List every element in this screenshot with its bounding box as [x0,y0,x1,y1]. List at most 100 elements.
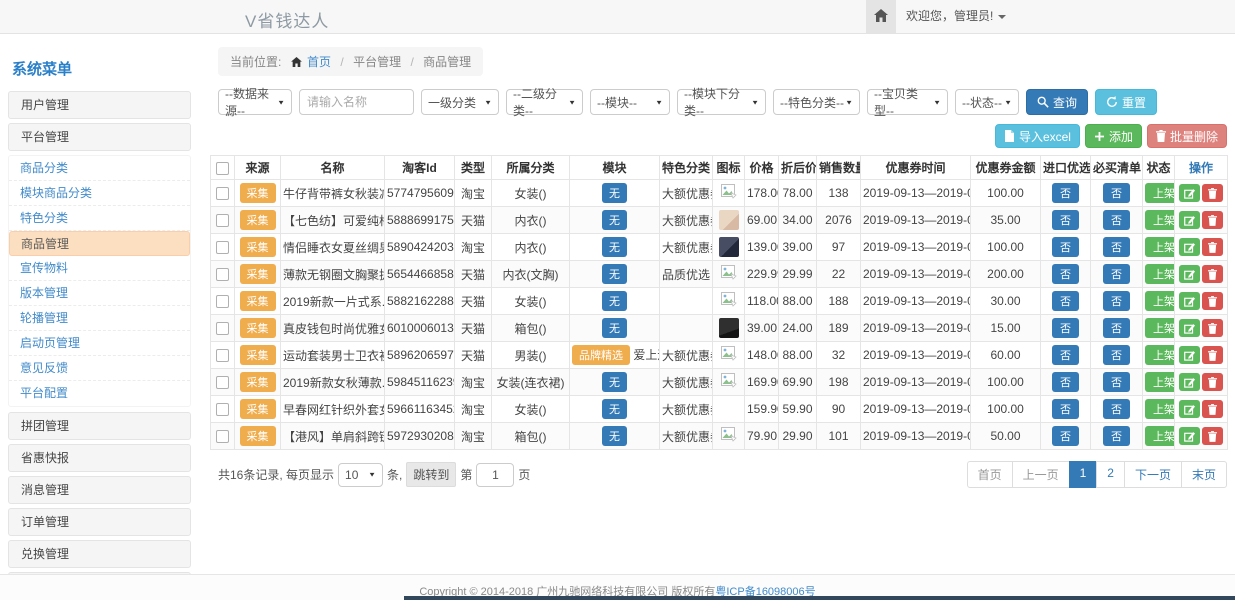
sidebar-item-link[interactable]: 版本管理 [9,281,190,306]
import-excel-button[interactable]: 导入excel [995,124,1080,148]
row-checkbox[interactable] [216,295,229,308]
edit-button[interactable] [1179,211,1200,229]
row-checkbox[interactable] [216,430,229,443]
filter-select[interactable]: --特色分类--▼ [773,89,860,115]
status-button[interactable]: 上架 [1145,264,1175,284]
sidebar-group[interactable]: 拼团管理 [8,412,191,440]
status-button[interactable]: 上架 [1145,183,1175,203]
edit-button[interactable] [1179,319,1200,337]
status-button[interactable]: 上架 [1145,291,1175,311]
sidebar-item-link[interactable]: 特色分类 [9,206,190,231]
sidebar-item-goods-management-active[interactable]: 商品管理 [9,231,190,256]
must-buy-toggle[interactable]: 否 [1103,318,1130,338]
sidebar-group[interactable]: 消息管理 [8,476,191,504]
user-menu[interactable]: 欢迎您，管理员! [906,0,1006,33]
page-button[interactable]: 下一页 [1124,461,1182,488]
row-checkbox[interactable] [216,349,229,362]
must-buy-toggle[interactable]: 否 [1103,345,1130,365]
edit-button[interactable] [1179,346,1200,364]
import-optimal-toggle[interactable]: 否 [1052,237,1079,257]
page-button[interactable]: 上一页 [1012,461,1070,488]
import-optimal-toggle[interactable]: 否 [1052,372,1079,392]
edit-button[interactable] [1179,184,1200,202]
batch-delete-button[interactable]: 批量删除 [1147,124,1227,148]
import-optimal-toggle[interactable]: 否 [1052,318,1079,338]
row-checkbox[interactable] [216,214,229,227]
edit-button[interactable] [1179,292,1200,310]
must-buy-toggle[interactable]: 否 [1103,399,1130,419]
row-checkbox[interactable] [216,376,229,389]
edit-button[interactable] [1179,373,1200,391]
import-optimal-toggle[interactable]: 否 [1052,291,1079,311]
filter-select[interactable]: 一级分类▼ [421,89,499,115]
import-optimal-toggle[interactable]: 否 [1052,345,1079,365]
delete-button[interactable] [1202,400,1223,418]
must-buy-toggle[interactable]: 否 [1103,183,1130,203]
horizontal-scrollbar[interactable] [404,596,1235,600]
status-button[interactable]: 上架 [1145,345,1175,365]
delete-button[interactable] [1202,184,1223,202]
page-button[interactable]: 末页 [1181,461,1227,488]
sidebar-item-link[interactable]: 轮播管理 [9,306,190,331]
must-buy-toggle[interactable]: 否 [1103,372,1130,392]
import-optimal-toggle[interactable]: 否 [1052,183,1079,203]
filter-select[interactable]: --状态--▼ [955,89,1019,115]
home-button[interactable] [866,0,896,33]
sidebar-item-link[interactable]: 意见反馈 [9,356,190,381]
must-buy-toggle[interactable]: 否 [1103,264,1130,284]
import-optimal-toggle[interactable]: 否 [1052,210,1079,230]
sidebar-group[interactable]: 省惠快报 [8,444,191,472]
status-button[interactable]: 上架 [1145,372,1175,392]
row-checkbox[interactable] [216,403,229,416]
page-button[interactable]: 首页 [967,461,1013,488]
delete-button[interactable] [1202,265,1223,283]
sidebar-group-platform[interactable]: 平台管理 [8,123,191,151]
filter-select[interactable]: --模块下分类--▼ [677,89,766,115]
filter-select[interactable]: --模块--▼ [590,89,670,115]
add-button[interactable]: 添加 [1085,124,1142,148]
jump-button[interactable]: 跳转到 [406,462,456,487]
sidebar-item-link[interactable]: 平台配置 [9,381,190,406]
must-buy-toggle[interactable]: 否 [1103,210,1130,230]
delete-button[interactable] [1202,427,1223,445]
edit-button[interactable] [1179,238,1200,256]
page-button[interactable]: 1 [1069,461,1098,488]
select-all-checkbox[interactable] [216,162,229,175]
filter-select[interactable]: --二级分类--▼ [506,89,583,115]
status-button[interactable]: 上架 [1145,399,1175,419]
import-optimal-toggle[interactable]: 否 [1052,264,1079,284]
breadcrumb-home-link[interactable]: 首页 [307,55,331,69]
sidebar-item-link[interactable]: 宣传物料 [9,256,190,281]
sidebar-group-users[interactable]: 用户管理 [8,91,191,119]
delete-button[interactable] [1202,319,1223,337]
query-button[interactable]: 查询 [1026,89,1088,115]
import-optimal-toggle[interactable]: 否 [1052,426,1079,446]
reset-button[interactable]: 重置 [1095,89,1157,115]
delete-button[interactable] [1202,346,1223,364]
delete-button[interactable] [1202,211,1223,229]
delete-button[interactable] [1202,373,1223,391]
must-buy-toggle[interactable]: 否 [1103,237,1130,257]
row-checkbox[interactable] [216,322,229,335]
filter-select[interactable]: --数据来源--▼ [218,89,292,115]
status-button[interactable]: 上架 [1145,210,1175,230]
sidebar-item-link[interactable]: 商品分类 [9,156,190,181]
sidebar-item-link[interactable]: 启动页管理 [9,331,190,356]
delete-button[interactable] [1202,238,1223,256]
import-optimal-toggle[interactable]: 否 [1052,399,1079,419]
status-button[interactable]: 上架 [1145,426,1175,446]
must-buy-toggle[interactable]: 否 [1103,426,1130,446]
edit-button[interactable] [1179,427,1200,445]
page-button[interactable]: 2 [1096,461,1125,488]
sidebar-item-link[interactable]: 模块商品分类 [9,181,190,206]
row-checkbox[interactable] [216,241,229,254]
filter-select[interactable]: --宝贝类型--▼ [867,89,948,115]
row-checkbox[interactable] [216,268,229,281]
delete-button[interactable] [1202,292,1223,310]
page-number-input[interactable] [476,463,514,487]
edit-button[interactable] [1179,400,1200,418]
status-button[interactable]: 上架 [1145,237,1175,257]
sidebar-group[interactable]: 订单管理 [8,508,191,536]
edit-button[interactable] [1179,265,1200,283]
per-page-select[interactable]: 10 ▼ [338,463,383,487]
